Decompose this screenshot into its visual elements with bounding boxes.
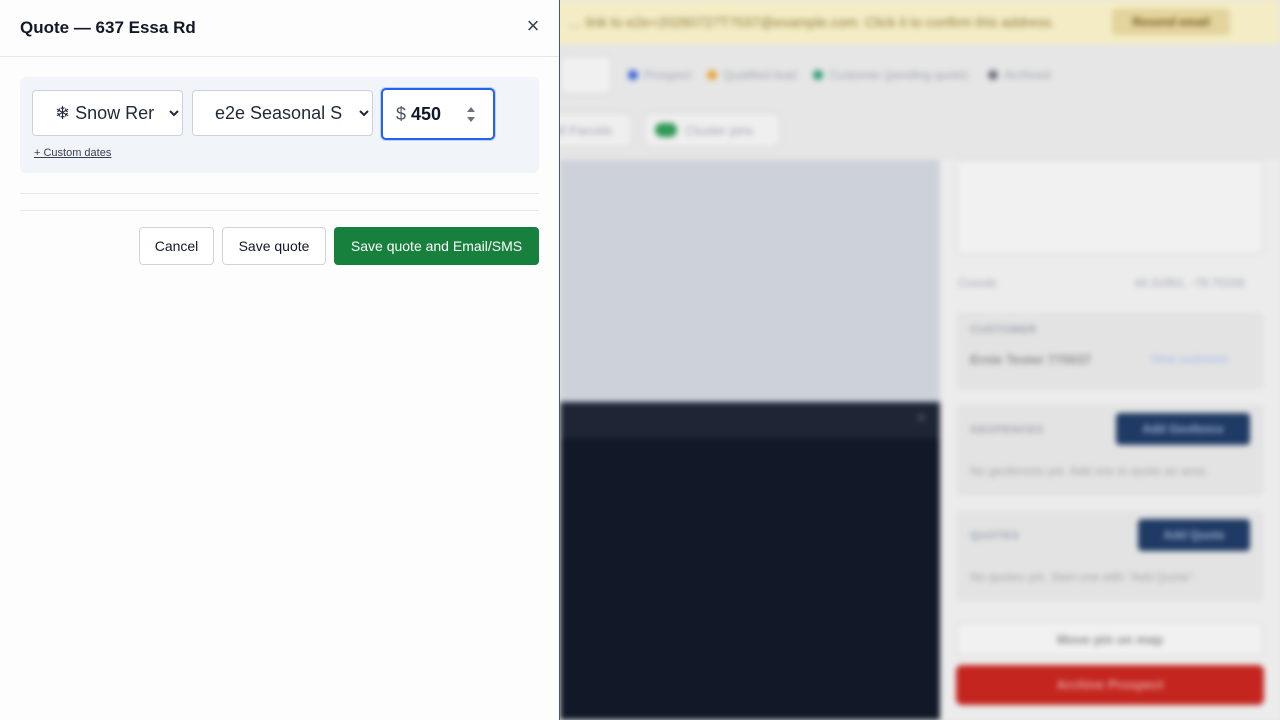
chip-label: Cluster pins (685, 122, 754, 138)
divider (20, 210, 539, 211)
legend-dot-icon (707, 70, 717, 80)
resend-email-button[interactable]: Resend email (1112, 9, 1230, 35)
legend-dot-icon (988, 70, 998, 80)
chip-label: All Parcels (551, 122, 613, 138)
quotes-empty-text: No quotes yet. Start one with "Add Quote… (970, 570, 1197, 584)
service-select[interactable]: ❄ Snow Rer (32, 90, 183, 136)
notes-textarea[interactable] (956, 160, 1264, 254)
legend-prospect: Prospect (628, 68, 691, 82)
customer-name: Ernie Tester 770037 (970, 352, 1092, 367)
legend-label: Qualified lead (723, 68, 797, 82)
street-view-panel: × (560, 402, 940, 720)
save-quote-button[interactable]: Save quote (222, 227, 326, 265)
currency-symbol: $ (396, 104, 407, 124)
legend-label: Prospect (644, 68, 692, 82)
toggle-switch-icon[interactable] (655, 123, 677, 137)
view-customer-link[interactable]: View customer (1150, 352, 1228, 366)
geofences-card: GEOFENCES Add Geofence No geofences yet.… (956, 404, 1264, 496)
legend-archived: Archived (988, 68, 1051, 82)
legend-qualified: Qualified lead (707, 68, 796, 82)
legend-customer: Customer (pending quote) (813, 68, 968, 82)
quote-panel: Quote — 637 Essa Rd × ❄ Snow Rer e2e Sea… (0, 0, 560, 720)
customer-title: CUSTOMER (970, 324, 1037, 336)
plan-select[interactable]: e2e Seasonal S (192, 90, 373, 136)
street-view-header: × (560, 402, 940, 438)
custom-dates-link[interactable]: + Custom dates (34, 147, 111, 159)
quotes-card: QUOTES Add Quote No quotes yet. Start on… (956, 510, 1264, 602)
panel-header: Quote — 637 Essa Rd × (0, 0, 559, 57)
add-quote-button[interactable]: Add Quote (1138, 519, 1250, 551)
legend-dot-icon (813, 70, 823, 80)
archive-prospect-button[interactable]: Archive Prospect (956, 665, 1264, 705)
close-icon[interactable]: × (520, 14, 546, 40)
legend-dot-icon (628, 70, 638, 80)
cancel-button[interactable]: Cancel (139, 227, 214, 265)
price-input[interactable] (411, 100, 463, 128)
legend-label: Archived (1004, 68, 1051, 82)
close-icon[interactable]: × (917, 410, 926, 428)
chevron-down-icon[interactable] (467, 117, 475, 122)
coords-value: 44.31951, -79.70156 (1134, 276, 1245, 290)
banner-text: … link to e2e+20260727T7037@example.com.… (568, 14, 1055, 30)
save-and-send-button[interactable]: Save quote and Email/SMS (334, 227, 539, 265)
cluster-pins-toggle[interactable]: Cluster pins (644, 113, 780, 147)
add-geofence-button[interactable]: Add Geofence (1116, 413, 1250, 445)
map-area[interactable] (560, 160, 940, 402)
panel-title: Quote — 637 Essa Rd (20, 18, 196, 37)
customer-card: CUSTOMER Ernie Tester 770037 View custom… (956, 312, 1264, 390)
quotes-title: QUOTES (970, 530, 1020, 542)
chevron-up-icon[interactable] (467, 107, 475, 112)
number-stepper[interactable] (465, 104, 477, 126)
quote-line-item: ❄ Snow Rer e2e Seasonal S $ + Custom dat… (20, 77, 539, 173)
geofences-empty-text: No geofences yet. Add one to quote an ar… (970, 464, 1209, 478)
divider (20, 193, 539, 194)
move-pin-button[interactable]: Move pin on map (956, 622, 1264, 656)
legend-label: Customer (pending quote) (829, 68, 969, 82)
geofences-title: GEOFENCES (970, 424, 1044, 436)
search-input[interactable] (560, 56, 612, 94)
coords-label: Coords (958, 276, 997, 290)
price-field[interactable]: $ (381, 88, 495, 140)
